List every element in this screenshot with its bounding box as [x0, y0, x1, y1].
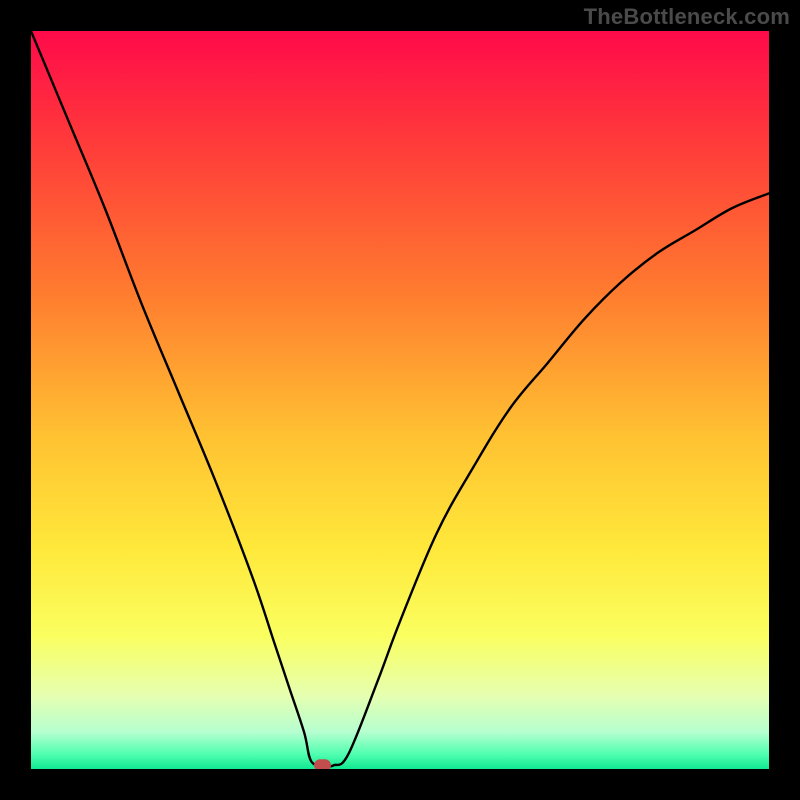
gradient-background — [31, 31, 769, 769]
optimal-marker — [314, 759, 331, 769]
bottleneck-chart — [31, 31, 769, 769]
chart-frame: TheBottleneck.com — [0, 0, 800, 800]
plot-area — [31, 31, 769, 769]
watermark-label: TheBottleneck.com — [584, 4, 790, 30]
